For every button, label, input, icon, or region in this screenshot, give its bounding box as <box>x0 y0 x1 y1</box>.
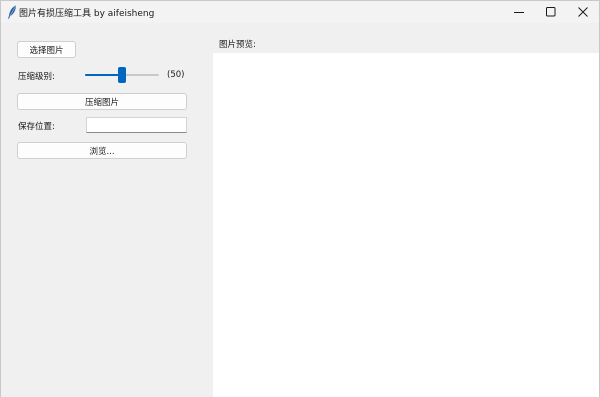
slider-thumb[interactable] <box>118 67 126 83</box>
close-button[interactable] <box>568 1 598 23</box>
compression-level-value: (50) <box>167 70 185 80</box>
select-image-button[interactable]: 选择图片 <box>17 41 76 58</box>
preview-panel: 图片预览: <box>213 23 599 397</box>
minimize-icon <box>514 12 524 13</box>
compression-level-label: 压缩级别: <box>18 72 55 82</box>
save-location-label: 保存位置: <box>18 122 55 132</box>
window-title: 图片有损压缩工具 by aifeisheng <box>19 9 155 19</box>
image-preview-area <box>213 53 599 397</box>
controls-panel: 选择图片 压缩级别: (50) 压缩图片 保存位置: 浏览... <box>1 23 213 397</box>
app-window: 图片有损压缩工具 by aifeisheng 选择图片 压缩级别: (50) 压… <box>0 0 600 397</box>
image-preview-label: 图片预览: <box>219 40 256 50</box>
compress-image-button[interactable]: 压缩图片 <box>17 93 187 110</box>
close-icon <box>578 7 588 17</box>
title-bar[interactable]: 图片有损压缩工具 by aifeisheng <box>1 1 599 23</box>
feather-icon <box>7 5 17 19</box>
maximize-icon <box>546 7 556 17</box>
browse-button[interactable]: 浏览... <box>17 142 187 159</box>
minimize-button[interactable] <box>504 1 534 23</box>
slider-fill <box>85 74 122 76</box>
maximize-button[interactable] <box>536 1 566 23</box>
save-location-input[interactable] <box>86 117 187 133</box>
compression-level-slider[interactable] <box>85 67 159 83</box>
